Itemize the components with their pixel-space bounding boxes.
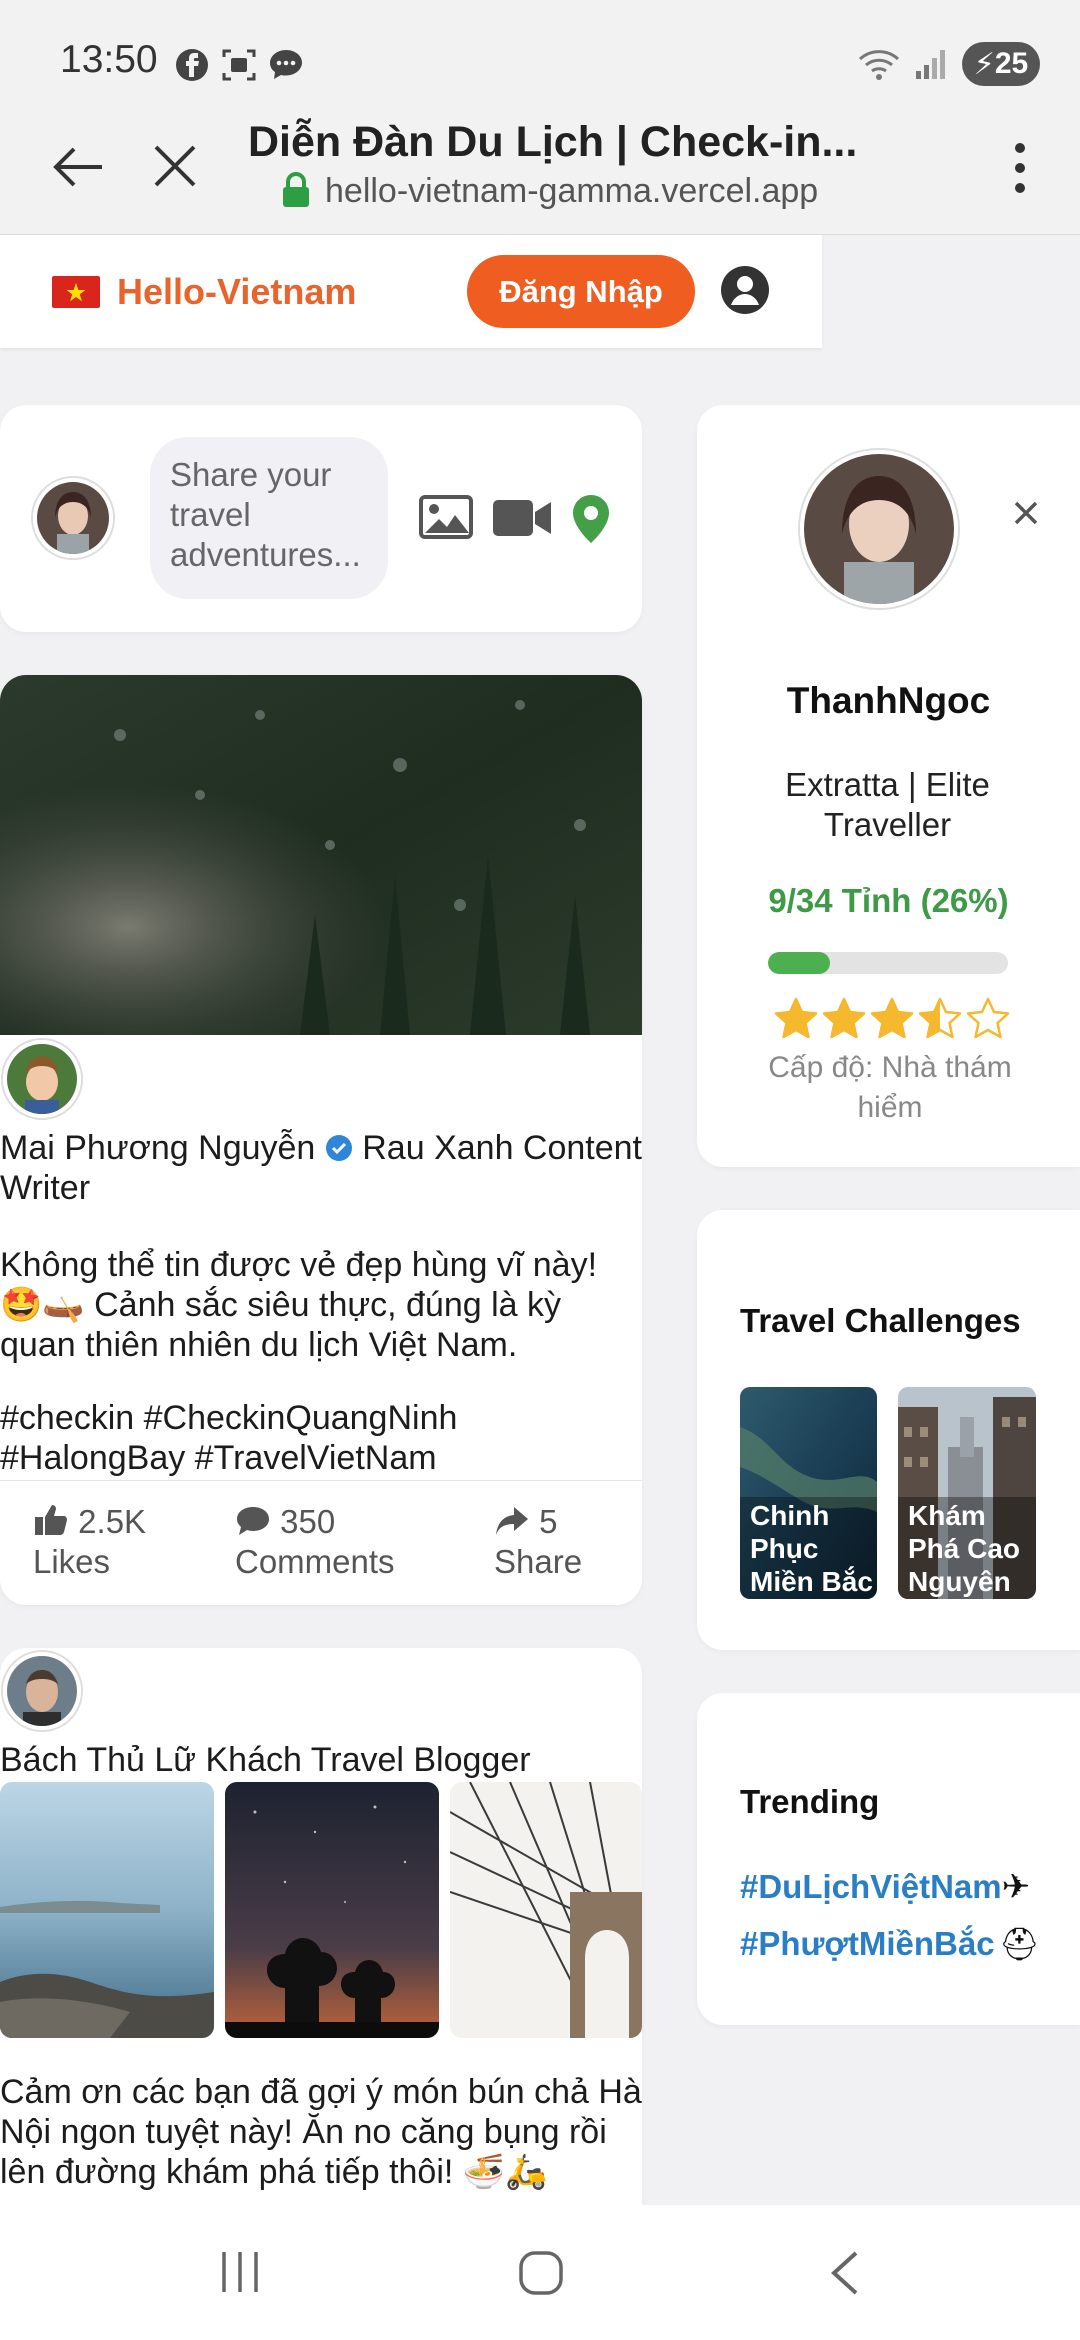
close-tab-icon[interactable] bbox=[152, 143, 198, 189]
comments-label: Comments bbox=[235, 1543, 395, 1580]
post2-author-name[interactable]: Bách Thủ Lữ Khách bbox=[0, 1741, 302, 1779]
post2-author-avatar[interactable] bbox=[3, 1652, 81, 1730]
comment-icon bbox=[237, 1507, 269, 1535]
progress-bar-fill bbox=[768, 952, 831, 974]
helmet-icon: ⛑ bbox=[999, 1926, 1040, 1962]
browser-page-title: Diễn Đàn Du Lịch | Check-in... bbox=[248, 118, 858, 166]
thumbs-up-icon bbox=[35, 1505, 67, 1535]
share-input[interactable]: Share your travel adventures... bbox=[150, 437, 388, 599]
comments-count: 350 bbox=[280, 1503, 336, 1540]
login-button[interactable]: Đăng Nhập bbox=[467, 255, 695, 328]
facebook-icon bbox=[176, 49, 208, 81]
vietnam-flag-icon bbox=[52, 276, 100, 308]
progress-text: 9/34 Tỉnh (26%) bbox=[768, 882, 1009, 919]
profile-avatar[interactable] bbox=[800, 450, 958, 608]
lock-icon bbox=[283, 172, 309, 207]
battery-level: 25 bbox=[994, 47, 1029, 80]
challenge-card-1[interactable]: Chinh Phục Miền Bắc bbox=[740, 1387, 877, 1599]
challenge-card-2[interactable]: Khám Phá Cao Nguyên bbox=[898, 1387, 1036, 1599]
likes-label: Likes bbox=[33, 1543, 111, 1580]
trending-tag-2-text: #PhượtMiềnBắc bbox=[740, 1925, 995, 1962]
comment-button[interactable]: 350 Comments bbox=[235, 1502, 395, 1582]
status-indicators: ⚡ 25 bbox=[858, 42, 1040, 86]
share-arrow-icon bbox=[496, 1507, 528, 1535]
close-profile-icon[interactable] bbox=[1013, 500, 1039, 526]
trending-tag-2[interactable]: #PhượtMiềnBắc ⛑ bbox=[740, 1925, 1040, 1963]
trending-title: Trending bbox=[740, 1783, 880, 1820]
chat-icon bbox=[270, 50, 302, 79]
airplane-icon: ✈ bbox=[1001, 1868, 1031, 1906]
battery-bolt-icon: ⚡ bbox=[973, 47, 995, 81]
battery-indicator: ⚡ 25 bbox=[962, 42, 1040, 86]
signal-icon bbox=[916, 50, 945, 79]
post2-image-sea[interactable] bbox=[0, 1782, 214, 2038]
challenge-1-label: Chinh Phục Miền Bắc bbox=[750, 1500, 873, 1597]
post-image-forest[interactable] bbox=[0, 675, 642, 1035]
like-button[interactable]: 2.5K Likes bbox=[33, 1502, 146, 1582]
screenshot-icon bbox=[222, 49, 256, 81]
star-half-icon bbox=[918, 997, 962, 1039]
rating-stars bbox=[773, 996, 1011, 1042]
post1-author-line: Mai Phương Nguyễn Rau Xanh Content Write… bbox=[0, 1128, 642, 1208]
post2-image-bridge[interactable] bbox=[450, 1782, 642, 2038]
post2-author-line: Bách Thủ Lữ Khách Travel Blogger bbox=[0, 1740, 642, 1780]
profile-title: Extratta | Elite Traveller bbox=[785, 766, 990, 843]
wifi-icon bbox=[858, 50, 900, 80]
post2-author-role: Travel Blogger bbox=[310, 1741, 531, 1779]
composer-avatar bbox=[33, 478, 113, 558]
url-bar[interactable]: hello-vietnam-gamma.vercel.app bbox=[325, 172, 818, 211]
status-time: 13:50 bbox=[60, 38, 158, 81]
profile-level: Cấp độ: Nhà thám hiểm bbox=[768, 1051, 1012, 1124]
challenges-title: Travel Challenges bbox=[740, 1302, 1021, 1339]
post1-hashtags[interactable]: #checkin #CheckinQuangNinh #HalongBay #T… bbox=[0, 1398, 642, 1478]
post1-author-name[interactable]: Mai Phương Nguyễn bbox=[0, 1129, 315, 1167]
post1-divider bbox=[0, 1480, 642, 1481]
star-full-icon bbox=[774, 997, 818, 1039]
video-icon[interactable] bbox=[493, 498, 553, 538]
brand-logo-text[interactable]: Hello-Vietnam bbox=[117, 271, 356, 313]
trending-card bbox=[697, 1693, 1080, 2025]
progress-bar bbox=[768, 952, 1008, 974]
home-icon[interactable] bbox=[518, 2250, 564, 2296]
challenge-2-label: Khám Phá Cao Nguyên bbox=[908, 1500, 1021, 1597]
star-empty-icon bbox=[966, 997, 1010, 1039]
shares-count: 5 bbox=[539, 1503, 558, 1540]
nav-back-icon[interactable] bbox=[826, 2250, 862, 2296]
location-pin-icon[interactable] bbox=[571, 493, 611, 545]
user-account-icon[interactable] bbox=[720, 265, 770, 315]
trending-tag-1-text: #DuLịchViệtNam bbox=[740, 1868, 1002, 1905]
post2-text: Cảm ơn các bạn đã gợi ý món bún chả Hà N… bbox=[0, 2073, 642, 2191]
share-button[interactable]: 5 Share bbox=[494, 1502, 582, 1582]
back-arrow-icon[interactable] bbox=[50, 145, 106, 189]
more-options-icon[interactable] bbox=[1010, 142, 1030, 194]
verified-badge-icon bbox=[325, 1135, 352, 1161]
shares-label: Share bbox=[494, 1543, 583, 1580]
star-full-icon bbox=[870, 997, 914, 1039]
post2-image-night-sky[interactable] bbox=[225, 1782, 439, 2038]
likes-count: 2.5K bbox=[78, 1503, 147, 1540]
post1-author-avatar[interactable] bbox=[3, 1040, 81, 1118]
recent-apps-icon[interactable] bbox=[218, 2250, 262, 2294]
star-full-icon bbox=[822, 997, 866, 1039]
post1-text: Không thể tin được vẻ đẹp hùng vĩ này! 🤩… bbox=[0, 1246, 598, 1364]
trending-tag-1[interactable]: #DuLịchViệtNam✈ bbox=[740, 1867, 1030, 1907]
profile-name: ThanhNgoc bbox=[786, 680, 991, 721]
photo-icon[interactable] bbox=[419, 495, 473, 539]
